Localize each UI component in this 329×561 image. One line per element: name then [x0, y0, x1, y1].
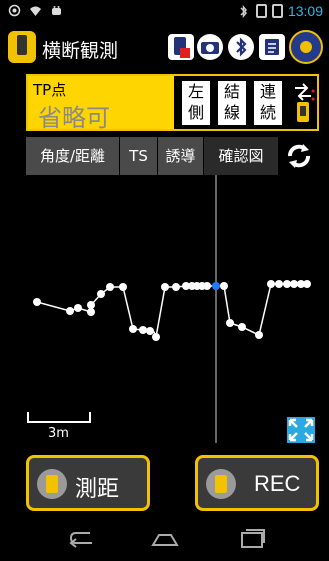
- profile-left-line: [36, 285, 216, 340]
- left-side-line2: 側: [187, 103, 204, 122]
- refresh-icon[interactable]: [279, 137, 319, 175]
- left-side-button[interactable]: 左 側: [180, 79, 212, 127]
- survey-point: [152, 333, 160, 341]
- plot-svg: [27, 175, 311, 443]
- survey-point: [139, 326, 147, 334]
- recent-apps-icon[interactable]: [238, 527, 266, 549]
- home-icon[interactable]: [150, 527, 179, 549]
- survey-point: [290, 280, 298, 288]
- expand-icon: [288, 418, 314, 442]
- survey-point: [275, 280, 283, 288]
- continuous-line1: 連: [259, 82, 276, 101]
- status-left-icons: [8, 4, 63, 17]
- survey-point: [283, 280, 291, 288]
- rec-label: REC: [254, 471, 301, 496]
- survey-point: [238, 323, 246, 331]
- measure-icon: [37, 469, 67, 499]
- tp-input[interactable]: TP点 省略可: [28, 76, 174, 132]
- bluetooth-status-icon: [238, 4, 251, 18]
- survey-point: [87, 301, 95, 309]
- sim-icon: [255, 4, 267, 18]
- tp-label: TP点: [33, 81, 67, 99]
- scale-label: 3m: [48, 426, 69, 441]
- back-icon[interactable]: [68, 527, 96, 549]
- app-title: 横断観測: [42, 40, 119, 62]
- tab-guidance[interactable]: 誘導: [158, 137, 204, 175]
- survey-point: [203, 282, 211, 290]
- fit-view-button[interactable]: [287, 417, 315, 443]
- survey-point: [172, 283, 180, 291]
- prism-swap-icon[interactable]: [291, 82, 315, 126]
- survey-point: [66, 307, 74, 315]
- wifi-question-icon: [29, 4, 42, 17]
- rec-button[interactable]: REC: [195, 455, 319, 511]
- connect-line-button[interactable]: 結 線: [216, 79, 248, 127]
- connect-line-line2: 線: [223, 103, 240, 122]
- survey-point: [255, 331, 263, 339]
- survey-point: [161, 283, 169, 291]
- measure-button[interactable]: 測距: [26, 455, 150, 511]
- continuous-line2: 続: [259, 103, 276, 122]
- survey-point: [119, 283, 127, 291]
- survey-point: [33, 298, 41, 306]
- survey-point: [226, 319, 234, 327]
- continuous-button[interactable]: 連 続: [252, 79, 284, 127]
- bluetooth-icon[interactable]: [228, 34, 254, 60]
- tp-placeholder: 省略可: [38, 104, 110, 132]
- measure-label: 測距: [75, 477, 120, 502]
- location-icon: [8, 4, 21, 17]
- survey-point: [267, 280, 275, 288]
- cross-section-plot[interactable]: 3m: [26, 175, 319, 445]
- survey-point: [220, 282, 228, 290]
- android-debug-icon: [50, 4, 63, 17]
- app-logo-icon[interactable]: [8, 31, 36, 63]
- tp-panel: TP点 省略可 左 側 結 線 連 続: [26, 74, 319, 132]
- tab-bar: 角度/距離 TS 誘導 確認図: [26, 137, 319, 175]
- list-icon[interactable]: [259, 34, 285, 60]
- survey-point: [87, 308, 95, 316]
- tab-angle-distance[interactable]: 角度/距離: [26, 137, 120, 175]
- survey-point: [106, 283, 114, 291]
- center-point: [212, 282, 220, 290]
- connect-line-line1: 結: [223, 82, 240, 101]
- survey-point: [97, 290, 105, 298]
- status-time: 13:09: [287, 3, 323, 19]
- status-bar: 13:09: [0, 0, 329, 24]
- tab-ts[interactable]: TS: [120, 137, 158, 175]
- bottom-action-row: 測距 REC: [26, 455, 319, 511]
- device-sync-icon[interactable]: [168, 34, 194, 60]
- battery-icon: [271, 4, 283, 18]
- left-side-line1: 左: [187, 82, 204, 101]
- navigation-bar: [0, 517, 329, 561]
- rec-icon: [206, 469, 236, 499]
- scale-bar: [27, 412, 91, 423]
- survey-point: [146, 327, 154, 335]
- survey-point: [74, 304, 82, 312]
- settings-globe-icon[interactable]: [289, 30, 323, 64]
- survey-point: [129, 325, 137, 333]
- app-header: 横断観測: [0, 24, 329, 70]
- camera-icon[interactable]: [197, 34, 223, 60]
- tab-confirm-view[interactable]: 確認図: [204, 137, 279, 175]
- status-right-icons: 13:09: [238, 3, 323, 19]
- profile-right-line: [216, 283, 306, 337]
- survey-point: [303, 280, 311, 288]
